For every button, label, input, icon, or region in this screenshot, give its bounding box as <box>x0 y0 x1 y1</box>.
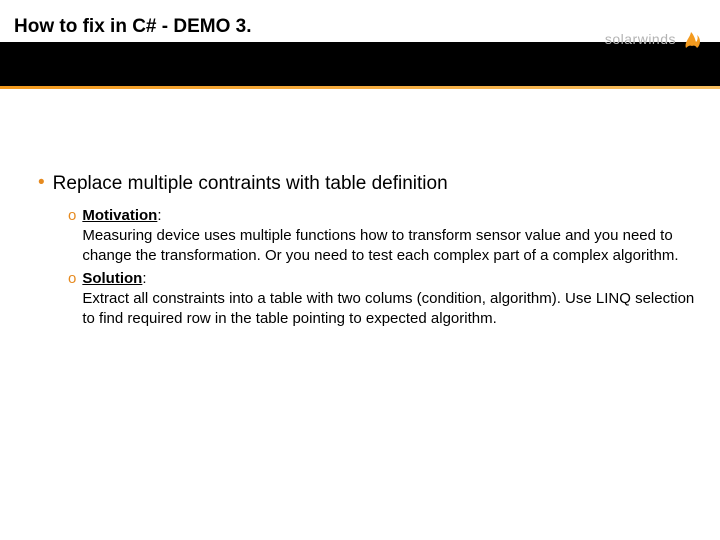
bullet-dot: • <box>38 172 45 196</box>
solution-body: Extract all constraints into a table wit… <box>82 290 694 327</box>
colon: : <box>157 207 161 224</box>
bullet-level2-solution: o Solution: Extract all constraints into… <box>68 269 698 330</box>
slide-body: • Replace multiple contraints with table… <box>38 172 698 331</box>
motivation-body: Measuring device uses multiple functions… <box>82 227 678 264</box>
main-point-text: Replace multiple contraints with table d… <box>53 172 448 196</box>
solution-label: Solution <box>82 270 142 287</box>
colon: : <box>142 270 146 287</box>
accent-bar <box>0 86 720 89</box>
open-bullet: o <box>68 206 76 267</box>
slide-title: How to fix in C# - DEMO 3. <box>14 16 252 38</box>
logo: solarwinds <box>605 28 702 50</box>
logo-text: solarwinds <box>605 31 676 47</box>
solution-block: Solution: Extract all constraints into a… <box>82 269 694 330</box>
bullet-level1: • Replace multiple contraints with table… <box>38 172 698 196</box>
flame-icon <box>682 28 702 50</box>
open-bullet: o <box>68 269 76 330</box>
motivation-block: Motivation: Measuring device uses multip… <box>82 206 694 267</box>
motivation-label: Motivation <box>82 207 157 224</box>
slide: How to fix in C# - DEMO 3. solarwinds • … <box>0 0 720 540</box>
bullet-level2-motivation: o Motivation: Measuring device uses mult… <box>68 206 698 267</box>
